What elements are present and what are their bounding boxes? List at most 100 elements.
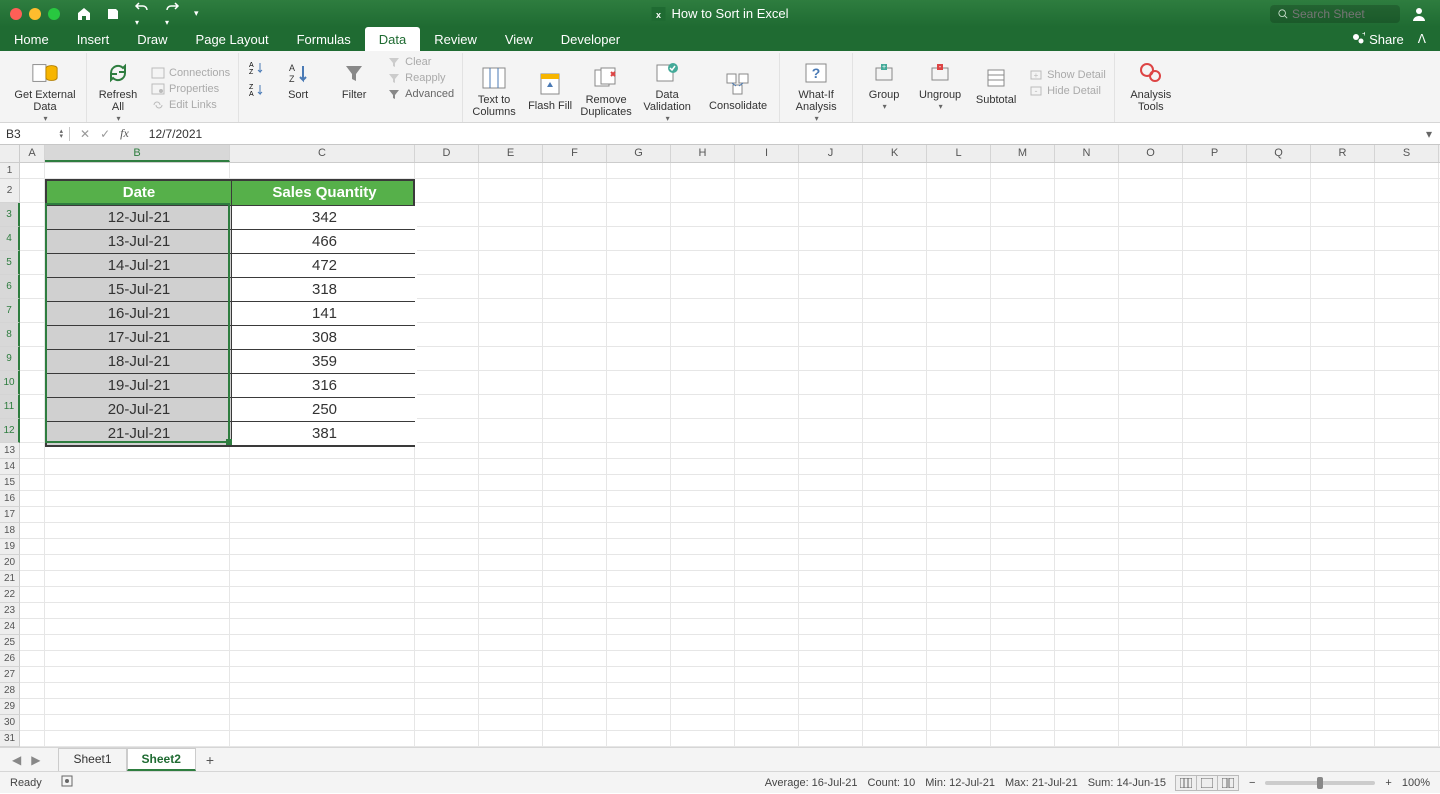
search-input[interactable]: [1292, 7, 1392, 21]
redo-icon[interactable]: ▾: [164, 0, 180, 28]
col-header+L[interactable]: L: [927, 145, 991, 162]
add-sheet-button[interactable]: +: [198, 750, 222, 770]
table-cell[interactable]: 381: [232, 422, 417, 445]
table-row[interactable]: 12-Jul-21342: [47, 205, 413, 229]
normal-view-button[interactable]: [1175, 775, 1197, 791]
col-header+F[interactable]: F: [543, 145, 607, 162]
sort-desc-button[interactable]: ZA: [245, 81, 267, 97]
row-header-2[interactable]: 2: [0, 179, 20, 203]
col-header+K[interactable]: K: [863, 145, 927, 162]
tab-formulas[interactable]: Formulas: [283, 27, 365, 51]
col-header+I[interactable]: I: [735, 145, 799, 162]
table-cell[interactable]: 18-Jul-21: [47, 350, 232, 373]
col-header+O[interactable]: O: [1119, 145, 1183, 162]
table-row[interactable]: 16-Jul-21141: [47, 301, 413, 325]
get-external-data-button[interactable]: Get External Data▾: [10, 55, 80, 124]
fx-icon[interactable]: fx: [120, 126, 129, 141]
table-cell[interactable]: 19-Jul-21: [47, 374, 232, 397]
col-header+H[interactable]: H: [671, 145, 735, 162]
sheet-nav-prev[interactable]: ◀: [8, 753, 25, 767]
table-cell[interactable]: 16-Jul-21: [47, 302, 232, 325]
col-header+R[interactable]: R: [1311, 145, 1375, 162]
row-header-15[interactable]: 15: [0, 475, 20, 491]
row-header-3[interactable]: 3: [0, 203, 20, 227]
tab-page-layout[interactable]: Page Layout: [182, 27, 283, 51]
row-header-28[interactable]: 28: [0, 683, 20, 699]
row-header-14[interactable]: 14: [0, 459, 20, 475]
row-header-7[interactable]: 7: [0, 299, 20, 323]
collapse-ribbon-icon[interactable]: ᐱ: [1418, 32, 1426, 46]
table-cell[interactable]: 342: [232, 206, 417, 229]
row-header-6[interactable]: 6: [0, 275, 20, 299]
zoom-level[interactable]: 100%: [1402, 777, 1430, 789]
row-header-29[interactable]: 29: [0, 699, 20, 715]
table-cell[interactable]: 12-Jul-21: [47, 206, 232, 229]
tab-draw[interactable]: Draw: [123, 27, 181, 51]
sort-asc-button[interactable]: AZ: [245, 59, 267, 75]
row-header-12[interactable]: 12: [0, 419, 20, 443]
remove-duplicates-button[interactable]: Remove Duplicates: [581, 60, 631, 118]
sheet-tab-sheet2[interactable]: Sheet2: [127, 748, 196, 771]
table-row[interactable]: 13-Jul-21466: [47, 229, 413, 253]
row-header-13[interactable]: 13: [0, 443, 20, 459]
tab-home[interactable]: Home: [0, 27, 63, 51]
zoom-out-button[interactable]: −: [1249, 777, 1255, 789]
maximize-window-icon[interactable]: [48, 8, 60, 20]
connections-button[interactable]: Connections: [149, 66, 232, 80]
minimize-window-icon[interactable]: [29, 8, 41, 20]
page-layout-view-button[interactable]: [1196, 775, 1218, 791]
row-header-22[interactable]: 22: [0, 587, 20, 603]
row-header-17[interactable]: 17: [0, 507, 20, 523]
row-header-16[interactable]: 16: [0, 491, 20, 507]
macro-record-icon[interactable]: [60, 774, 74, 791]
table-row[interactable]: 19-Jul-21316: [47, 373, 413, 397]
tab-developer[interactable]: Developer: [547, 27, 634, 51]
row-header-19[interactable]: 19: [0, 539, 20, 555]
table-header-cell[interactable]: Date: [47, 181, 232, 205]
home-icon[interactable]: [76, 6, 92, 22]
accept-formula-icon[interactable]: ✓: [100, 127, 110, 141]
row-header-21[interactable]: 21: [0, 571, 20, 587]
ungroup-button[interactable]: -Ungroup▾: [915, 55, 965, 112]
table-row[interactable]: 15-Jul-21318: [47, 277, 413, 301]
table-cell[interactable]: 466: [232, 230, 417, 253]
table-row[interactable]: 14-Jul-21472: [47, 253, 413, 277]
undo-icon[interactable]: ▾: [134, 0, 150, 28]
table-header-cell[interactable]: Sales Quantity: [232, 181, 417, 205]
row-header-10[interactable]: 10: [0, 371, 20, 395]
table-cell[interactable]: 308: [232, 326, 417, 349]
table-cell[interactable]: 21-Jul-21: [47, 422, 232, 445]
zoom-slider[interactable]: [1265, 781, 1375, 785]
close-window-icon[interactable]: [10, 8, 22, 20]
zoom-in-button[interactable]: +: [1385, 777, 1391, 789]
col-header+B[interactable]: B: [45, 145, 230, 162]
table-row[interactable]: 20-Jul-21250: [47, 397, 413, 421]
sheet-tab-sheet1[interactable]: Sheet1: [58, 748, 126, 771]
sheet-nav-next[interactable]: ▶: [27, 753, 44, 767]
col-header+Q[interactable]: Q: [1247, 145, 1311, 162]
table-row[interactable]: 17-Jul-21308: [47, 325, 413, 349]
spreadsheet-grid[interactable]: ABCDEFGHIJKLMNOPQRS 12345678910111213141…: [0, 145, 1440, 747]
row-header-18[interactable]: 18: [0, 523, 20, 539]
row-header-8[interactable]: 8: [0, 323, 20, 347]
row-header-20[interactable]: 20: [0, 555, 20, 571]
col-header+N[interactable]: N: [1055, 145, 1119, 162]
filter-button[interactable]: Filter: [329, 55, 379, 101]
row-header-4[interactable]: 4: [0, 227, 20, 251]
cancel-formula-icon[interactable]: ✕: [80, 127, 90, 141]
row-header-26[interactable]: 26: [0, 651, 20, 667]
table-cell[interactable]: 250: [232, 398, 417, 421]
row-header-24[interactable]: 24: [0, 619, 20, 635]
col-header+G[interactable]: G: [607, 145, 671, 162]
row-header-30[interactable]: 30: [0, 715, 20, 731]
col-header+S[interactable]: S: [1375, 145, 1439, 162]
tab-data[interactable]: Data: [365, 27, 420, 51]
table-cell[interactable]: 359: [232, 350, 417, 373]
tab-insert[interactable]: Insert: [63, 27, 124, 51]
refresh-all-button[interactable]: Refresh All▾: [93, 55, 143, 124]
table-cell[interactable]: 316: [232, 374, 417, 397]
share-button[interactable]: + Share: [1351, 32, 1404, 47]
what-if-button[interactable]: ?What-If Analysis▾: [786, 55, 846, 124]
save-icon[interactable]: [106, 7, 120, 21]
table-cell[interactable]: 17-Jul-21: [47, 326, 232, 349]
